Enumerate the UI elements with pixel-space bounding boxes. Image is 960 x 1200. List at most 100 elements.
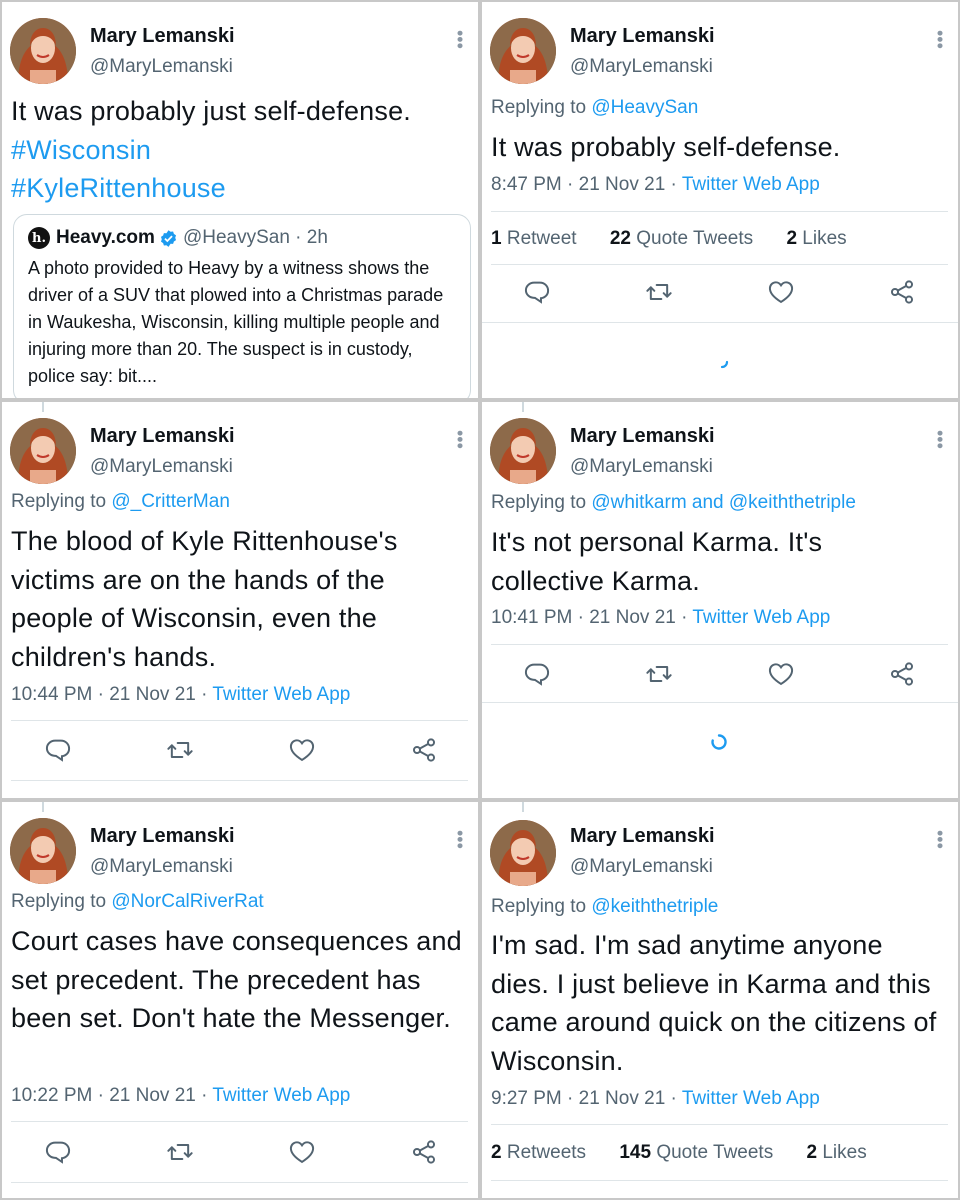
tweet-text: I'm sad. I'm sad anytime anyone dies. I … (491, 930, 937, 1076)
hashtag-link[interactable]: #Wisconsin (11, 131, 471, 170)
replying-to: Replying to @keiththetriple (491, 896, 719, 917)
hashtag-link[interactable]: #KyleRittenhouse (11, 169, 471, 208)
tweet-text: It was probably just self-defense. #Wisc… (11, 92, 471, 208)
source-link[interactable]: Twitter Web App (682, 174, 820, 195)
thread-line (42, 802, 44, 812)
reply-to-link[interactable]: @NorCalRiverRat (111, 891, 263, 912)
quoted-tweet-text: A photo provided to Heavy by a witness s… (28, 258, 444, 386)
source-link[interactable]: Twitter Web App (682, 1088, 820, 1109)
tweet-meta: 9:27 PM · 21 Nov 21 · Twitter Web App (491, 1088, 820, 1109)
tweet-meta: 10:44 PM · 21 Nov 21 · Twitter Web App (11, 684, 351, 705)
like-icon[interactable] (288, 1138, 316, 1166)
tweet-stats: 2 Retweets 145 Quote Tweets 2 Likes (491, 1142, 895, 1164)
display-name[interactable]: Mary Lemanski (90, 825, 235, 848)
reply-to-link[interactable]: @_CritterMan (111, 491, 230, 512)
more-icon[interactable]: ••• (450, 30, 470, 49)
more-icon[interactable]: ••• (930, 30, 950, 49)
like-icon[interactable] (767, 278, 795, 306)
divider (482, 702, 958, 703)
share-icon[interactable] (888, 278, 916, 306)
thread-line (522, 802, 524, 812)
tweet-stats: 1 Retweet 22 Quote Tweets 2 Likes (491, 228, 875, 250)
avatar[interactable] (490, 820, 556, 886)
tweet-text: Court cases have consequences and set pr… (11, 926, 462, 1033)
tweet-panel-6: Mary Lemanski @MaryLemanski ••• Replying… (482, 802, 958, 1198)
tweet-meta: 10:41 PM · 21 Nov 21 · Twitter Web App (491, 607, 831, 628)
tweet-meta: 10:22 PM · 21 Nov 21 · Twitter Web App (11, 1085, 351, 1106)
display-name[interactable]: Mary Lemanski (570, 425, 715, 448)
like-icon[interactable] (288, 736, 316, 764)
tweet-panel-1: Mary Lemanski @MaryLemanski ••• It was p… (2, 2, 478, 398)
display-name[interactable]: Mary Lemanski (90, 25, 235, 48)
retweets-count[interactable]: 2 Retweets (491, 1142, 600, 1163)
tweet-meta: 8:47 PM · 21 Nov 21 · Twitter Web App (491, 174, 820, 195)
reply-icon[interactable] (44, 1138, 72, 1166)
verified-icon (160, 229, 176, 247)
source-link[interactable]: Twitter Web App (692, 607, 830, 628)
reply-to-link[interactable]: @keiththetriple (591, 896, 718, 917)
tweet-text: The blood of Kyle Rittenhouse's victims … (11, 526, 398, 672)
like-icon[interactable] (767, 660, 795, 688)
avatar[interactable] (10, 18, 76, 84)
likes-count[interactable]: 2 Likes (786, 228, 860, 249)
quote-tweets-count[interactable]: 145 Quote Tweets (619, 1142, 787, 1163)
quoted-tweet[interactable]: h. Heavy.com @HeavySan · 2h A photo prov… (13, 214, 471, 398)
retweets-count[interactable]: 1 Retweet (491, 228, 591, 249)
divider (11, 720, 468, 721)
thread-line (522, 402, 524, 412)
share-icon[interactable] (410, 1138, 438, 1166)
display-name[interactable]: Mary Lemanski (570, 25, 715, 48)
tweet-panel-2: Mary Lemanski @MaryLemanski ••• Replying… (482, 2, 958, 398)
reply-icon[interactable] (44, 736, 72, 764)
display-name[interactable]: Mary Lemanski (570, 825, 715, 848)
retweet-icon[interactable] (645, 278, 673, 306)
reply-to-link[interactable]: @whitkarm and @keiththetriple (591, 492, 856, 513)
more-icon[interactable]: ••• (450, 430, 470, 449)
user-handle[interactable]: @MaryLemanski (570, 456, 713, 478)
share-icon[interactable] (888, 660, 916, 688)
divider (11, 1121, 468, 1122)
replying-to: Replying to @NorCalRiverRat (11, 891, 264, 912)
source-link[interactable]: Twitter Web App (212, 1085, 350, 1106)
quoted-author-name: Heavy.com (56, 227, 155, 248)
tweet-panel-3: Mary Lemanski @MaryLemanski ••• Replying… (2, 402, 478, 798)
likes-count[interactable]: 2 Likes (807, 1142, 881, 1163)
tweet-text: It was probably self-defense. (491, 132, 841, 162)
user-handle[interactable]: @MaryLemanski (90, 856, 233, 878)
user-handle[interactable]: @MaryLemanski (90, 56, 233, 78)
divider (491, 644, 948, 645)
avatar[interactable] (10, 418, 76, 484)
user-handle[interactable]: @MaryLemanski (570, 56, 713, 78)
retweet-icon[interactable] (166, 1138, 194, 1166)
tweet-panel-4: Mary Lemanski @MaryLemanski ••• Replying… (482, 402, 958, 798)
avatar[interactable] (10, 818, 76, 884)
divider (491, 211, 948, 212)
retweet-icon[interactable] (166, 736, 194, 764)
reply-to-link[interactable]: @HeavySan (591, 97, 698, 118)
action-bar (482, 660, 958, 700)
user-handle[interactable]: @MaryLemanski (570, 856, 713, 878)
quoted-tweet-header: h. Heavy.com @HeavySan · 2h (28, 227, 456, 249)
quote-tweets-count[interactable]: 22 Quote Tweets (610, 228, 767, 249)
tweet-panel-5: Mary Lemanski @MaryLemanski ••• Replying… (2, 802, 478, 1198)
avatar[interactable] (490, 418, 556, 484)
retweet-icon[interactable] (645, 660, 673, 688)
heavy-logo-icon: h. (28, 227, 50, 249)
reply-icon[interactable] (523, 278, 551, 306)
loading-spinner-icon (711, 734, 727, 750)
more-icon[interactable]: ••• (450, 830, 470, 849)
display-name[interactable]: Mary Lemanski (90, 425, 235, 448)
divider (11, 780, 468, 781)
share-icon[interactable] (410, 736, 438, 764)
more-icon[interactable]: ••• (930, 830, 950, 849)
user-handle[interactable]: @MaryLemanski (90, 456, 233, 478)
reply-icon[interactable] (523, 660, 551, 688)
tweet-text: It's not personal Karma. It's collective… (491, 527, 823, 596)
replying-to: Replying to @_CritterMan (11, 491, 230, 512)
source-link[interactable]: Twitter Web App (212, 684, 350, 705)
avatar[interactable] (490, 18, 556, 84)
divider (491, 1180, 948, 1181)
loading-spinner-icon (720, 360, 729, 369)
replying-to: Replying to @whitkarm and @keiththetripl… (491, 492, 856, 513)
more-icon[interactable]: ••• (930, 430, 950, 449)
